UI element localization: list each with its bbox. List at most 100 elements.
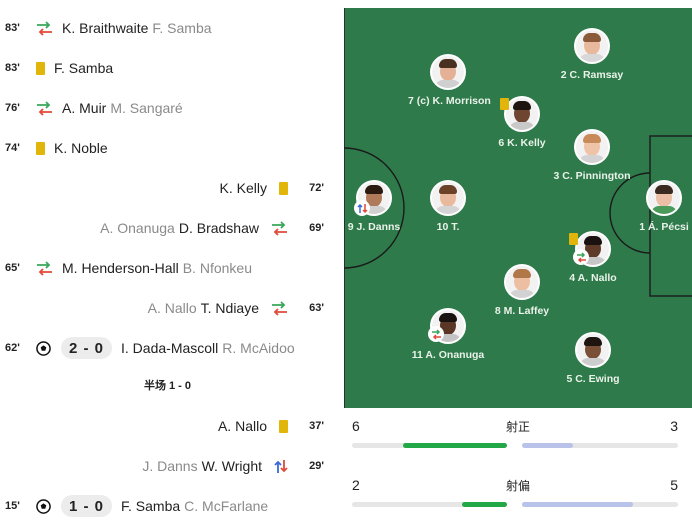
player-out: B. Nfonkeu	[182, 260, 252, 276]
stat-row-shots-on-target: 6 射正 3	[344, 410, 692, 460]
player-label: 4 A. Nallo	[569, 272, 617, 284]
stat-left-fill	[403, 443, 507, 448]
player-name: A. Nallo	[217, 418, 267, 434]
substitution-icon	[36, 20, 53, 36]
timeline-event[interactable]: 65' M. Henderson-Hall B. Nfonkeu	[0, 248, 335, 288]
event-minute: 63'	[309, 302, 324, 314]
timeline-event[interactable]: 83' F. Samba	[0, 48, 335, 88]
event-minute: 83'	[5, 22, 20, 34]
player-name: K. Noble	[54, 140, 108, 156]
player-in: T. Ndiaye	[200, 300, 259, 316]
player-card[interactable]: 1 Á. Pécsi	[624, 180, 692, 233]
player-card[interactable]: 9 J. Danns	[344, 180, 414, 233]
timeline-event[interactable]: 63' A. Nallo T. Ndiaye	[0, 288, 335, 328]
stat-right-bar	[522, 443, 678, 448]
player-label: 8 M. Laffey	[494, 305, 550, 317]
player-out: A. Onanuga	[100, 220, 175, 236]
event-minute: 72'	[309, 182, 324, 194]
player-in: A. Muir	[62, 100, 107, 116]
player-name: K. Kelly	[219, 180, 267, 196]
player-out: J. Danns	[142, 458, 198, 474]
match-timeline: 83' K. Braithwaite F. Samba 83' F. Samba…	[0, 0, 335, 519]
player-out: F. Samba	[152, 20, 212, 36]
event-minute: 74'	[5, 142, 20, 154]
yellow-card-icon	[36, 61, 45, 75]
timeline-event[interactable]: 83' K. Braithwaite F. Samba	[0, 8, 335, 48]
player-label: 7 (c) K. Morrison	[408, 95, 491, 107]
player-label: 1 Á. Pécsi	[639, 221, 689, 233]
football-icon	[36, 498, 51, 514]
score-badge: 2 - 0	[61, 337, 113, 359]
event-minute: 15'	[5, 500, 20, 512]
player-card[interactable]: 4 A. Nallo	[553, 231, 633, 284]
player-label: 10 T.	[436, 221, 460, 233]
stat-left-bar	[352, 502, 507, 507]
player-avatar	[574, 28, 610, 64]
event-minute: 37'	[309, 420, 324, 432]
stat-right-value: 5	[670, 477, 678, 493]
player-label: 3 C. Pinnington	[553, 170, 631, 182]
event-minute: 83'	[5, 62, 20, 74]
timeline-event[interactable]: 72' K. Kelly	[0, 168, 335, 208]
substitution-icon	[271, 220, 288, 236]
yellow-card-icon	[279, 419, 288, 433]
timeline-event[interactable]: 29' J. Danns W. Wright	[0, 446, 335, 486]
stat-right-fill	[522, 443, 574, 448]
player-name: F. Samba	[54, 60, 114, 76]
player-avatar	[430, 180, 466, 216]
substitution-icon	[274, 459, 288, 474]
goal-assist: R. McAidoo	[222, 340, 295, 356]
timeline-event[interactable]: 15' 1 - 0 F. Samba C. McFarlane	[0, 486, 335, 526]
player-out: A. Nallo	[147, 300, 197, 316]
player-in: K. Braithwaite	[62, 20, 149, 36]
football-icon	[36, 340, 51, 356]
timeline-event[interactable]: 37' A. Nallo	[0, 406, 335, 446]
match-stats: 6 射正 3 2 射偏 5	[344, 410, 692, 519]
stat-label: 射偏	[505, 479, 530, 493]
player-avatar	[574, 129, 610, 165]
score-badge: 1 - 0	[61, 495, 113, 517]
event-minute: 29'	[309, 460, 324, 472]
stat-left-bar	[352, 443, 507, 448]
player-card[interactable]: 6 K. Kelly	[482, 96, 562, 149]
event-minute: 65'	[5, 262, 20, 274]
event-minute: 62'	[5, 342, 20, 354]
stat-row-shots-off-target: 2 射偏 5	[344, 469, 692, 519]
stat-right-fill	[522, 502, 633, 507]
timeline-event[interactable]: 69' A. Onanuga D. Bradshaw	[0, 208, 335, 248]
player-label: 2 C. Ramsay	[560, 69, 624, 81]
stat-label: 射正	[505, 420, 530, 434]
substitution-icon	[573, 249, 589, 265]
player-label: 11 A. Onanuga	[411, 349, 485, 361]
lineup-pitch: 2 C. Ramsay 7 (c) K. Morrison 6 K. Kelly…	[344, 8, 692, 408]
player-card[interactable]: 5 C. Ewing	[553, 332, 633, 385]
substitution-icon	[36, 100, 53, 116]
player-in: D. Bradshaw	[178, 220, 259, 236]
yellow-card-icon	[500, 98, 509, 110]
player-label: 6 K. Kelly	[498, 137, 546, 149]
event-minute: 76'	[5, 102, 20, 114]
goal-scorer: F. Samba	[121, 498, 181, 514]
goal-assist: C. McFarlane	[184, 498, 269, 514]
player-card[interactable]: 8 M. Laffey	[482, 264, 562, 317]
timeline-event[interactable]: 76' A. Muir M. Sangaré	[0, 88, 335, 128]
player-card[interactable]: 10 T.	[408, 180, 488, 233]
player-card[interactable]: 3 C. Pinnington	[552, 129, 632, 182]
player-card[interactable]: 11 A. Onanuga	[408, 308, 488, 361]
substitution-icon	[36, 260, 53, 276]
player-out: M. Sangaré	[110, 100, 183, 116]
substitution-icon	[428, 326, 444, 342]
stat-right-bar	[522, 502, 678, 507]
yellow-card-icon	[569, 233, 578, 245]
player-in: W. Wright	[201, 458, 262, 474]
player-card[interactable]: 7 (c) K. Morrison	[408, 54, 491, 107]
timeline-event[interactable]: 62' 2 - 0 I. Dada-Mascoll R. McAidoo	[0, 328, 335, 368]
yellow-card-icon	[279, 181, 288, 195]
substitution-icon	[271, 300, 288, 316]
halftime-score: 半场 1 - 0	[143, 380, 192, 392]
player-avatar	[504, 96, 540, 132]
player-avatar	[504, 264, 540, 300]
timeline-event[interactable]: 74' K. Noble	[0, 128, 335, 168]
stat-right-value: 3	[670, 418, 678, 434]
player-card[interactable]: 2 C. Ramsay	[552, 28, 632, 81]
